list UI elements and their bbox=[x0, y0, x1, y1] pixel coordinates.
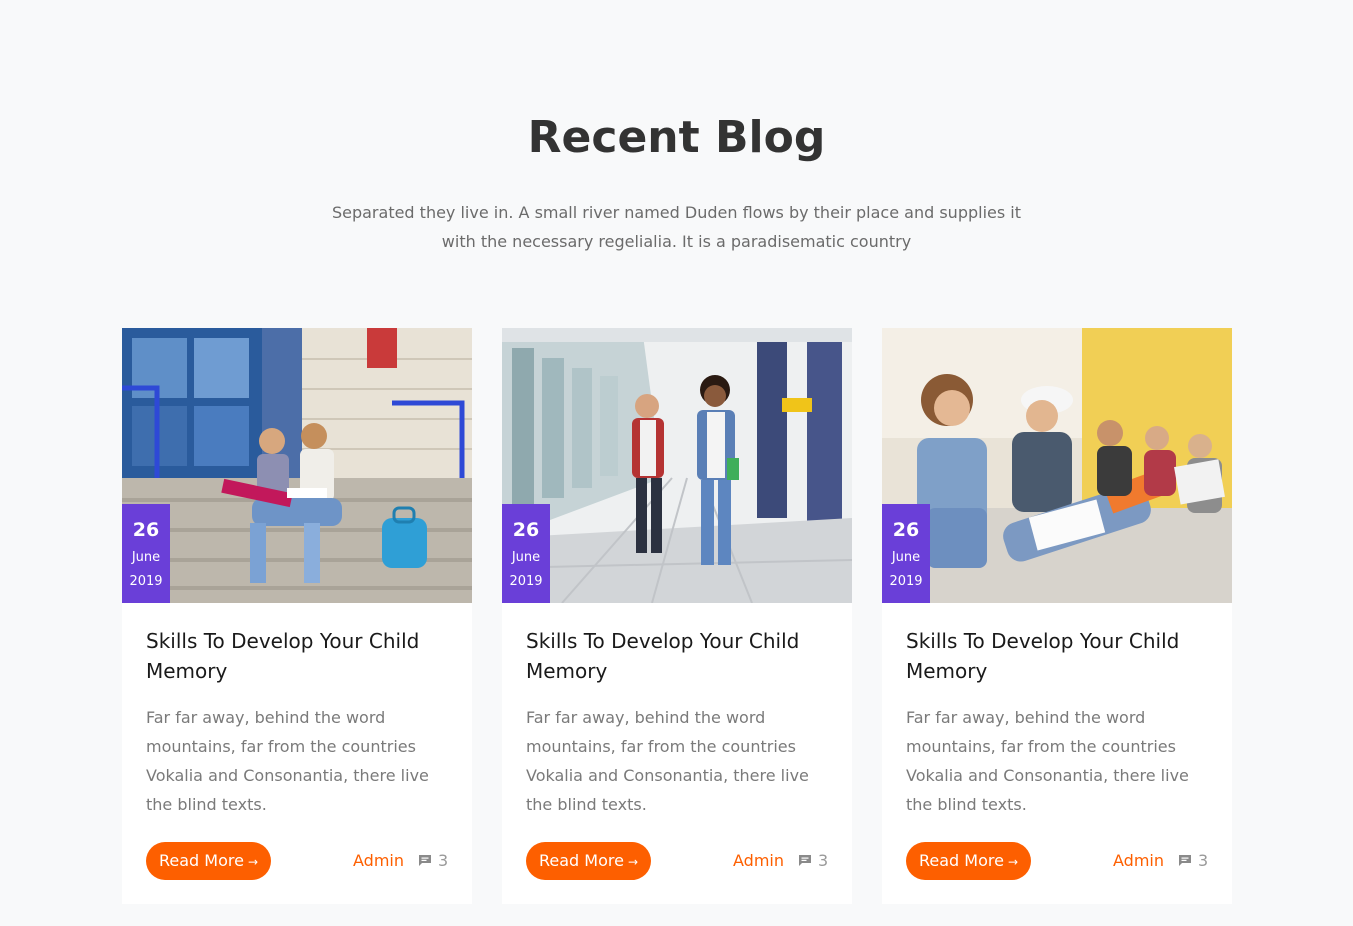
date-day: 26 bbox=[892, 519, 920, 541]
read-more-label: Read More bbox=[919, 851, 1004, 870]
blog-image[interactable]: 26 June 2019 bbox=[882, 328, 1232, 603]
blog-excerpt: Far far away, behind the word mountains,… bbox=[906, 708, 1189, 814]
comment-icon bbox=[799, 855, 811, 866]
read-more-button[interactable]: Read More → bbox=[526, 842, 652, 880]
blog-card: 26 June 2019 Skills To Develop Your Chil… bbox=[122, 328, 472, 904]
date-year: 2019 bbox=[889, 574, 923, 589]
read-more-button[interactable]: Read More → bbox=[906, 842, 1032, 880]
arrow-right-icon: → bbox=[627, 855, 639, 869]
comments-link[interactable]: 3 bbox=[798, 851, 828, 871]
blog-excerpt: Far far away, behind the word mountains,… bbox=[146, 708, 429, 814]
read-more-label: Read More bbox=[159, 851, 244, 870]
arrow-right-icon: → bbox=[1007, 855, 1019, 869]
blog-title[interactable]: Skills To Develop Your Child Memory bbox=[146, 626, 446, 686]
blog-excerpt: Far far away, behind the word mountains,… bbox=[526, 708, 809, 814]
date-badge: 26 June 2019 bbox=[882, 504, 930, 603]
comments-link[interactable]: 3 bbox=[1178, 851, 1208, 871]
section-title: Recent Blog bbox=[527, 112, 826, 163]
blog-image[interactable]: 26 June 2019 bbox=[502, 328, 852, 603]
blog-image[interactable]: 26 June 2019 bbox=[122, 328, 472, 603]
date-year: 2019 bbox=[129, 574, 163, 589]
author-link[interactable]: Admin bbox=[733, 851, 784, 871]
author-link[interactable]: Admin bbox=[1113, 851, 1164, 871]
date-badge: 26 June 2019 bbox=[122, 504, 170, 603]
comment-count: 3 bbox=[818, 851, 829, 870]
date-day: 26 bbox=[512, 519, 540, 541]
date-day: 26 bbox=[132, 519, 160, 541]
comment-icon bbox=[1179, 855, 1191, 866]
comment-count: 3 bbox=[1198, 851, 1209, 870]
read-more-label: Read More bbox=[539, 851, 624, 870]
author-link[interactable]: Admin bbox=[353, 851, 404, 871]
comment-icon bbox=[419, 855, 431, 866]
date-year: 2019 bbox=[509, 574, 543, 589]
date-month: June bbox=[891, 550, 921, 565]
arrow-right-icon: → bbox=[247, 855, 259, 869]
blog-title[interactable]: Skills To Develop Your Child Memory bbox=[526, 626, 826, 686]
blog-card-list: 26 June 2019 Skills To Develop Your Chil… bbox=[122, 328, 1232, 904]
section-subtitle: Separated they live in. A small river na… bbox=[331, 203, 1022, 251]
blog-card: 26 June 2019 Skills To Develop Your Chil… bbox=[502, 328, 852, 904]
comments-link[interactable]: 3 bbox=[418, 851, 448, 871]
recent-blog-section: Recent Blog Separated they live in. A sm… bbox=[0, 0, 1353, 926]
blog-card: 26 June 2019 Skills To Develop Your Chil… bbox=[882, 328, 1232, 904]
date-month: June bbox=[131, 550, 161, 565]
blog-title[interactable]: Skills To Develop Your Child Memory bbox=[906, 626, 1206, 686]
comment-count: 3 bbox=[438, 851, 449, 870]
read-more-button[interactable]: Read More → bbox=[146, 842, 272, 880]
date-badge: 26 June 2019 bbox=[502, 504, 550, 603]
date-month: June bbox=[511, 550, 541, 565]
